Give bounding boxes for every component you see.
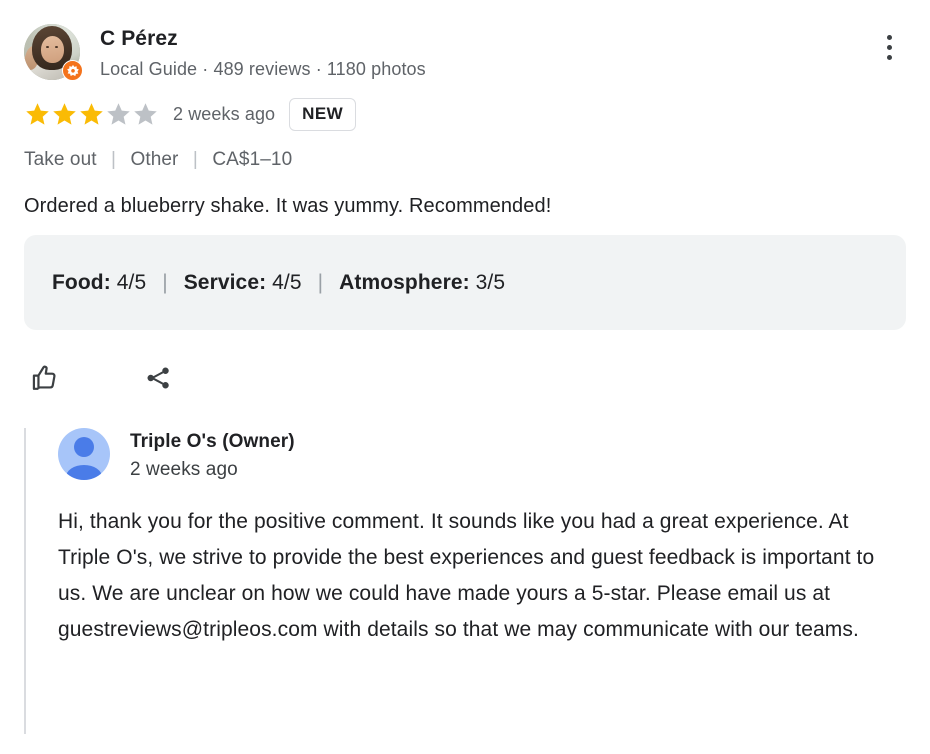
sub-ratings-box: Food: 4/5 | Service: 4/5 | Atmosphere: 3… <box>24 235 906 330</box>
reviewer-meta: Local Guide · 489 reviews · 1180 photos <box>100 59 426 79</box>
menu-dot <box>886 44 892 50</box>
owner-reply-text: Hi, thank you for the positive comment. … <box>58 510 875 641</box>
rating-row: 2 weeks ago NEW <box>0 81 930 131</box>
star-rating <box>24 101 159 128</box>
sub-rating-value-service: 4/5 <box>272 270 302 294</box>
sub-rating-label-food: Food: <box>52 270 111 294</box>
review-header: C Pérez Local Guide · 489 reviews · 1180… <box>0 0 930 81</box>
sub-rating-value-food: 4/5 <box>116 270 147 294</box>
review-body-text: Ordered a blueberry shake. It was yummy.… <box>24 195 552 217</box>
reviewer-avatar[interactable] <box>24 24 83 81</box>
sub-rating-label-service: Service: <box>183 270 267 294</box>
star-icon-empty <box>107 103 130 125</box>
review-attributes: Take out | Other | CA$1–10 <box>0 131 930 172</box>
new-badge: NEW <box>289 98 357 131</box>
sub-rating-separator: | <box>317 270 324 294</box>
star-icon-filled <box>26 103 49 125</box>
sub-ratings-line: Food: 4/5 | Service: 4/5 | Atmosphere: 3… <box>52 271 505 295</box>
share-button[interactable] <box>138 358 178 398</box>
attribute-price-range: CA$1–10 <box>212 149 293 170</box>
thumbs-up-icon <box>28 362 61 395</box>
menu-dot <box>886 34 892 40</box>
attribute-separator: | <box>111 149 117 170</box>
like-button[interactable] <box>24 358 64 398</box>
sub-rating-value-atmosphere: 3/5 <box>475 270 506 294</box>
owner-reply-timestamp: 2 weeks ago <box>130 459 238 480</box>
sub-rating-separator: | <box>162 270 168 294</box>
star-icon-filled <box>53 103 76 125</box>
star-icon-filled <box>80 103 103 125</box>
review-actions <box>0 330 930 398</box>
sub-rating-label-atmosphere: Atmosphere: <box>339 270 470 294</box>
attribute-service-type: Take out <box>24 149 97 170</box>
menu-dot <box>886 54 892 60</box>
owner-reply-header: Triple O's (Owner) 2 weeks ago <box>58 428 930 482</box>
owner-info: Triple O's (Owner) 2 weeks ago <box>130 428 295 482</box>
share-icon <box>147 367 169 389</box>
attribute-separator: | <box>192 149 198 170</box>
more-vertical-icon[interactable] <box>872 30 906 64</box>
owner-name: Triple O's (Owner) <box>130 431 295 452</box>
local-guide-badge-icon <box>62 60 83 81</box>
reply-rail-divider <box>24 428 26 734</box>
reviewer-info: C Pérez Local Guide · 489 reviews · 1180… <box>100 24 906 81</box>
person-avatar-icon <box>58 428 110 480</box>
attribute-meal-type: Other <box>130 149 179 170</box>
owner-reply: Triple O's (Owner) 2 weeks ago Hi, thank… <box>24 428 930 734</box>
review-card: C Pérez Local Guide · 489 reviews · 1180… <box>0 0 930 754</box>
star-icon-empty <box>134 103 157 125</box>
reviewer-name[interactable]: C Pérez <box>100 26 906 52</box>
review-timestamp: 2 weeks ago <box>173 104 276 124</box>
